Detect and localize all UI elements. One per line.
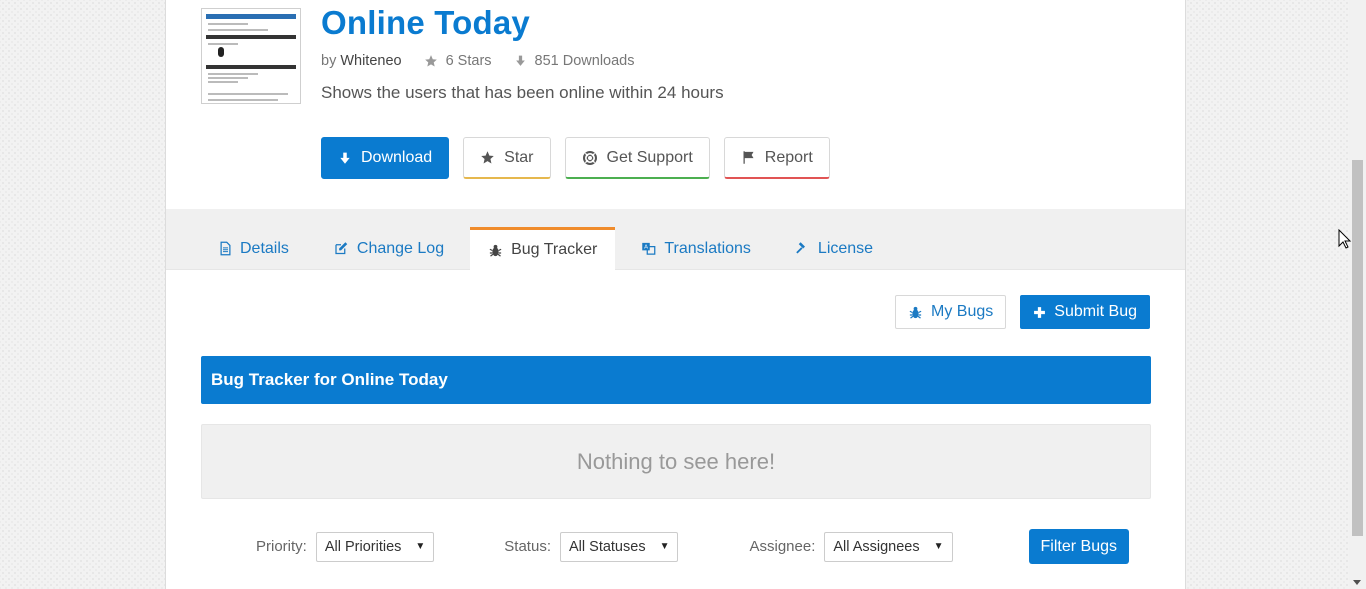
tab-details-label: Details [240,239,289,257]
by-label: by [321,53,337,69]
bug-filters: Priority: All Priorities ▼ Status: All S… [256,529,1129,564]
my-bugs-button[interactable]: My Bugs [895,295,1007,329]
downloads-count: 851 Downloads [514,53,635,69]
tab-details[interactable]: Details [201,227,307,270]
flag-icon [743,151,754,164]
assignee-select[interactable]: All Assignees ▼ [824,531,953,562]
submit-bug-button[interactable]: Submit Bug [1020,295,1150,329]
translate-icon: A [642,242,656,255]
bug-icon [909,306,922,319]
download-arrow-icon [515,55,525,66]
plus-icon [1034,306,1046,318]
assignee-label: Assignee: [749,538,816,555]
star-icon [424,55,437,67]
report-button[interactable]: Report [723,137,830,179]
stars-count: 6 Stars [424,53,492,69]
caret-down-icon: ▼ [415,541,426,552]
submit-bug-label: Submit Bug [1054,303,1137,320]
plugin-screenshot-thumbnail[interactable] [201,8,301,104]
tab-license-label: License [817,239,874,257]
star-button[interactable]: Star [463,137,551,179]
plugin-actions: Download Star Get Support Report [321,137,830,179]
caret-down-icon: ▼ [659,541,670,552]
tab-translations-label: Translations [664,239,751,257]
tab-change-log[interactable]: Change Log [315,227,462,270]
my-bugs-label: My Bugs [931,303,994,320]
tab-change-log-label: Change Log [356,239,445,257]
priority-select[interactable]: All Priorities ▼ [315,531,435,562]
status-label: Status: [504,538,551,555]
gavel-icon [796,242,805,254]
author-link[interactable]: Whiteneo [340,53,401,69]
stars-text: 6 Stars [445,53,492,69]
scrollbar-thumb[interactable] [1352,160,1363,536]
priority-label: Priority: [256,538,307,555]
plugin-description: Shows the users that has been online wit… [321,83,724,102]
bug-tracker-header: Bug Tracker for Online Today [201,356,1151,404]
scroll-down-arrow-icon[interactable] [1353,580,1361,585]
plugin-title: Online Today [321,4,530,41]
status-value: All Statuses [569,538,646,555]
get-support-button[interactable]: Get Support [564,137,710,179]
tabs-bar: Details Change Log Bug Tracker A Transla… [166,209,1185,270]
star-icon [481,151,494,164]
page-scrollbar[interactable] [1349,0,1366,589]
star-label: Star [504,148,534,166]
empty-state-message: Nothing to see here! [201,424,1151,499]
document-icon [220,241,231,256]
bug-icon [489,244,502,257]
caret-down-icon: ▼ [933,541,944,552]
downloads-text: 851 Downloads [534,53,635,69]
edit-icon [335,242,348,255]
svg-text:A: A [644,245,648,251]
tab-list: Details Change Log Bug Tracker A Transla… [201,227,899,270]
tab-translations[interactable]: A Translations [623,227,769,270]
status-filter: Status: All Statuses ▼ [504,531,679,562]
assignee-filter: Assignee: All Assignees ▼ [749,531,953,562]
tab-bug-tracker-label: Bug Tracker [511,241,598,258]
priority-value: All Priorities [324,538,402,555]
support-label: Get Support [606,148,693,166]
assignee-value: All Assignees [833,538,920,555]
status-select[interactable]: All Statuses ▼ [560,531,679,562]
plugin-page: Online Today by Whiteneo 6 Stars 851 Dow… [165,0,1186,589]
bug-toolbar: My Bugs Submit Bug [895,295,1150,329]
plugin-meta: by Whiteneo 6 Stars 851 Downloads [321,53,635,69]
filter-bugs-button[interactable]: Filter Bugs [1028,529,1129,564]
download-label: Download [361,149,433,166]
download-icon [340,152,350,164]
lifebuoy-icon [582,150,597,165]
tab-license[interactable]: License [777,227,891,270]
mouse-cursor-icon [1338,229,1352,249]
priority-filter: Priority: All Priorities ▼ [256,531,435,562]
report-label: Report [764,148,813,166]
download-button[interactable]: Download [321,137,450,179]
tab-bug-tracker[interactable]: Bug Tracker [470,227,616,270]
